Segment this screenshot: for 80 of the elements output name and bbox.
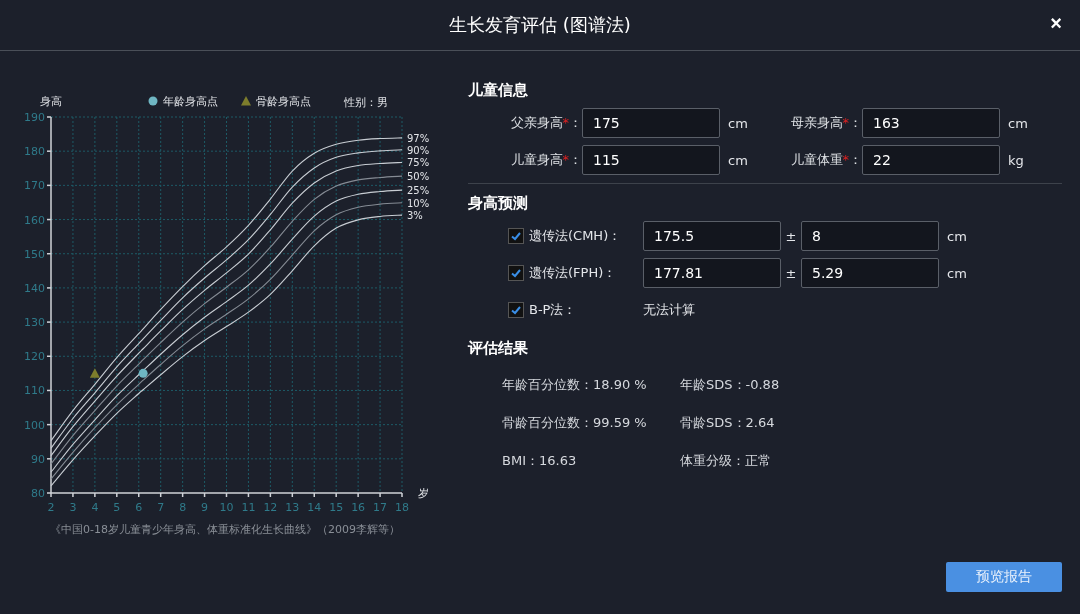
- axis-tick-label: 5: [113, 501, 121, 514]
- input-field[interactable]: 177.81: [643, 258, 781, 288]
- percentile-label: 90%: [407, 144, 430, 156]
- result-text: BMI：16.63: [502, 452, 578, 470]
- result-text: 无法计算: [643, 301, 695, 319]
- percentile-label: 75%: [407, 157, 430, 169]
- unit-label: cm: [947, 228, 967, 244]
- axis-tick-label: 10: [219, 501, 234, 514]
- result-text: 骨龄SDS：2.64: [680, 414, 776, 432]
- result-text: 年龄百分位数：18.90 %: [502, 376, 648, 394]
- plus-minus-sign: ±: [784, 265, 798, 281]
- axis-tick-label: 3: [69, 501, 77, 514]
- close-button[interactable]: ×: [1046, 12, 1066, 35]
- section-title: 儿童信息: [468, 81, 529, 100]
- unit-label: cm: [947, 265, 967, 281]
- axis-tick-label: 7: [157, 501, 165, 514]
- percentile-label: 50%: [407, 171, 430, 183]
- axis-tick-label: 150: [24, 247, 45, 261]
- unit-label: cm: [728, 115, 748, 131]
- section-title: 身高预测: [468, 194, 529, 213]
- axis-tick-label: 2: [47, 501, 55, 514]
- axis-tick-label: 110: [24, 384, 45, 398]
- axis-tick-label: 11: [241, 501, 256, 514]
- result-text: 骨龄百分位数：99.59 %: [502, 414, 648, 432]
- axis-tick-label: 160: [24, 213, 45, 227]
- input-field[interactable]: 5.29: [801, 258, 939, 288]
- input-field[interactable]: 115: [582, 145, 720, 175]
- axis-tick-label: 80: [31, 487, 45, 500]
- axis-tick-label: 120: [24, 350, 45, 364]
- checkbox-label: B-P法：: [529, 301, 578, 319]
- input-field[interactable]: 8: [801, 221, 939, 251]
- checkbox-label: 遗传法(CMH)：: [529, 227, 623, 245]
- axis-tick-label: 100: [24, 418, 45, 432]
- axis-tick-label: 6: [135, 501, 143, 514]
- field-label: 母亲身高*：: [789, 114, 862, 132]
- axis-tick-label: 9: [201, 501, 209, 514]
- checkbox[interactable]: [508, 302, 524, 318]
- percentile-label: 25%: [407, 185, 430, 197]
- axis-tick-label: 8: [179, 501, 187, 514]
- axis-title: 身高: [40, 95, 62, 108]
- unit-label: cm: [728, 152, 748, 168]
- percentile-label: 3%: [407, 210, 423, 222]
- input-field[interactable]: 163: [862, 108, 1000, 138]
- axis-tick-label: 170: [24, 179, 45, 193]
- axis-tick-label: 130: [24, 316, 45, 330]
- field-label: 儿童体重*：: [789, 151, 862, 169]
- axis-tick-label: 12: [263, 501, 278, 514]
- axis-tick-label: 17: [373, 501, 388, 514]
- legend-label: 年龄身高点: [163, 95, 218, 108]
- axis-tick-label: 180: [24, 145, 45, 159]
- checkbox[interactable]: [508, 265, 524, 281]
- axis-tick-label: 16: [351, 501, 366, 514]
- field-label: 父亲身高*：: [509, 114, 582, 132]
- unit-label: kg: [1008, 152, 1024, 168]
- result-text: 体重分级：正常: [680, 452, 772, 470]
- input-field[interactable]: 22: [862, 145, 1000, 175]
- percentile-label: 97%: [407, 132, 430, 144]
- percentile-label: 10%: [407, 197, 430, 209]
- axis-title: 岁: [418, 487, 429, 500]
- axis-tick-label: 13: [285, 501, 300, 514]
- chart-caption: 《中国0-18岁儿童青少年身高、体重标准化生长曲线》（2009李辉等）: [50, 523, 400, 536]
- axis-tick-label: 15: [329, 501, 344, 514]
- checkbox-label: 遗传法(FPH)：: [529, 264, 618, 282]
- axis-tick-label: 90: [31, 452, 45, 466]
- axis-tick-label: 140: [24, 281, 45, 295]
- unit-label: cm: [1008, 115, 1028, 131]
- input-field[interactable]: 175: [582, 108, 720, 138]
- axis-tick-label: 18: [395, 501, 409, 514]
- axis-tick-label: 14: [307, 501, 322, 514]
- axis-tick-label: 190: [24, 111, 45, 124]
- axis-tick-label: 4: [91, 501, 99, 514]
- checkbox[interactable]: [508, 228, 524, 244]
- result-text: 年龄SDS：-0.88: [680, 376, 781, 394]
- gender-label: 性别：男: [344, 96, 388, 109]
- input-field[interactable]: 175.5: [643, 221, 781, 251]
- plus-minus-sign: ±: [784, 228, 798, 244]
- field-label: 儿童身高*：: [509, 151, 582, 169]
- section-title: 评估结果: [468, 339, 529, 358]
- window-title: 生长发育评估 (图谱法): [449, 13, 631, 37]
- legend-label: 骨龄身高点: [256, 95, 311, 108]
